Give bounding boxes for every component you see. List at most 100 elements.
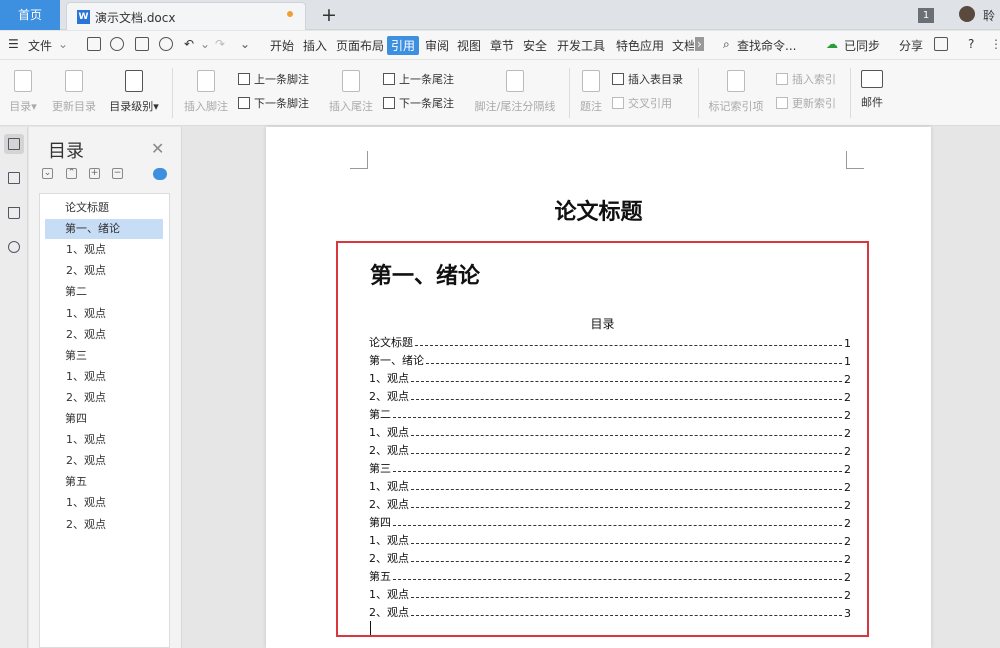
nav-item[interactable]: 1、观点	[45, 367, 163, 387]
nav-item[interactable]: 第一、绪论	[45, 219, 163, 240]
insert-endnote-button[interactable]: 插入尾注	[325, 70, 377, 114]
menu-chapter[interactable]: 章节	[490, 37, 514, 54]
prev-endnote-button[interactable]: 上一条尾注	[383, 71, 454, 87]
help-button[interactable]: ?	[968, 37, 974, 51]
nav-item[interactable]: 1、观点	[45, 493, 163, 513]
insert-index-button[interactable]: 插入索引	[776, 71, 836, 87]
avatar[interactable]	[959, 6, 975, 22]
nav-item[interactable]: 1、观点	[45, 304, 163, 324]
window-count-badge[interactable]: 1	[918, 8, 934, 23]
toc-entry[interactable]: 论文标题 1	[369, 333, 851, 350]
document-page[interactable]: 论文标题 第一、绪论 目录 论文标题 1 第一、绪论 1 1、观点 2 2、观点 2 第二 2 1、…	[266, 127, 931, 648]
heading-1[interactable]: 第一、绪论	[370, 258, 480, 290]
sync-status[interactable]: 已同步	[844, 37, 880, 54]
footnote-separator-button[interactable]: 脚注/尾注分隔线	[470, 70, 560, 114]
nav-item[interactable]: 论文标题	[45, 198, 163, 218]
close-icon[interactable]: ✕	[151, 139, 164, 158]
menu-page-layout[interactable]: 页面布局	[336, 37, 384, 54]
nav-item[interactable]: 第三	[45, 346, 163, 366]
comment-icon[interactable]	[934, 37, 948, 51]
more-icon[interactable]: ⋮	[990, 37, 1000, 51]
save-icon[interactable]	[87, 37, 101, 51]
nav-item[interactable]: 2、观点	[45, 388, 163, 408]
toc-entry[interactable]: 2、观点 2	[369, 495, 851, 512]
menu-document[interactable]: 文档	[672, 37, 694, 54]
toc-entry[interactable]: 第二 2	[369, 405, 851, 422]
insert-table-of-figures-button[interactable]: 插入表目录	[612, 71, 683, 87]
collapse-all-icon[interactable]: ⌄	[42, 168, 53, 179]
update-index-button[interactable]: 更新索引	[776, 95, 836, 111]
next-endnote-button[interactable]: 下一条尾注	[383, 95, 454, 111]
sync-cloud-icon[interactable]	[153, 168, 167, 180]
preview-icon[interactable]	[159, 37, 173, 51]
toc-entry[interactable]: 第三 2	[369, 459, 851, 476]
nav-item[interactable]: 2、观点	[45, 451, 163, 471]
nav-item[interactable]: 第五	[45, 472, 163, 492]
expand-plus-icon[interactable]: +	[89, 168, 100, 179]
undo-dropdown-icon[interactable]: ⌄	[200, 37, 210, 51]
tab-home[interactable]: 首页	[0, 0, 60, 30]
toc-entry[interactable]: 2、观点 2	[369, 387, 851, 404]
toc-entry[interactable]: 第五 2	[369, 567, 851, 584]
toc-entry[interactable]: 2、观点 3	[369, 603, 851, 620]
toc-entry[interactable]: 第四 2	[369, 513, 851, 530]
toc-entry[interactable]: 1、观点 2	[369, 423, 851, 440]
redo-icon[interactable]: ↷	[215, 37, 225, 51]
paper-title[interactable]: 论文标题	[266, 194, 931, 226]
collapse-minus-icon[interactable]: −	[112, 168, 123, 179]
menu-developer[interactable]: 开发工具	[557, 37, 605, 54]
print-icon[interactable]	[135, 37, 149, 51]
caption-button[interactable]: 题注	[576, 70, 606, 114]
new-tab-button[interactable]: +	[318, 4, 340, 26]
nav-item[interactable]: 第四	[45, 409, 163, 429]
menu-insert[interactable]: 插入	[303, 37, 327, 54]
search-command[interactable]: 查找命令...	[737, 37, 796, 54]
nav-item[interactable]: 1、观点	[45, 240, 163, 260]
bookmark-panel-toggle[interactable]	[4, 203, 24, 223]
nav-item[interactable]: 2、观点	[45, 325, 163, 345]
format-painter-icon[interactable]	[110, 37, 124, 51]
share-button[interactable]: 分享	[899, 37, 923, 54]
menu-reference[interactable]: 引用	[387, 36, 420, 55]
mark-index-button[interactable]: 标记索引项	[704, 70, 768, 114]
nav-item[interactable]: 2、观点	[45, 261, 163, 281]
menu-view[interactable]: 视图	[457, 37, 481, 54]
prev-footnote-button[interactable]: 上一条脚注	[238, 71, 309, 87]
toc-entry[interactable]: 1、观点 2	[369, 477, 851, 494]
toc-level-button[interactable]: 目录级别▾	[105, 70, 163, 114]
toc-entry[interactable]: 第一、绪论 1	[369, 351, 851, 368]
cross-reference-button[interactable]: 交叉引用	[612, 95, 672, 111]
toc-button[interactable]: 目录▾	[6, 70, 40, 114]
chapter-panel-toggle[interactable]	[4, 168, 24, 188]
tab-document[interactable]: W 演示文档.docx	[66, 2, 306, 30]
nav-item[interactable]: 第二	[45, 282, 163, 302]
menu-start[interactable]: 开始	[270, 37, 294, 54]
undo-icon[interactable]: ↶	[184, 37, 194, 51]
menu-special[interactable]: 特色应用	[616, 37, 664, 54]
toc-panel-toggle[interactable]	[4, 134, 24, 154]
chevron-down-icon[interactable]: ⌄	[58, 37, 68, 51]
insert-footnote-button[interactable]: 插入脚注	[180, 70, 232, 114]
user-name[interactable]: 聆	[983, 7, 995, 24]
toc-title[interactable]: 目录	[338, 315, 867, 332]
toc-entry[interactable]: 1、观点 2	[369, 531, 851, 548]
toc-page-number: 2	[844, 499, 851, 512]
update-toc-button[interactable]: 更新目录	[48, 70, 100, 114]
toc-entry[interactable]: 2、观点 2	[369, 441, 851, 458]
nav-item[interactable]: 1、观点	[45, 430, 163, 450]
hamburger-icon[interactable]: ☰	[8, 37, 19, 51]
menu-security[interactable]: 安全	[523, 37, 547, 54]
menu-review[interactable]: 审阅	[425, 37, 449, 54]
find-panel-toggle[interactable]	[4, 237, 24, 257]
file-menu[interactable]: 文件	[28, 37, 52, 54]
toc-entry[interactable]: 1、观点 2	[369, 585, 851, 602]
toc-entry[interactable]: 1、观点 2	[369, 369, 851, 386]
search-icon[interactable]: ⌕	[723, 37, 730, 52]
toc-entry[interactable]: 2、观点 2	[369, 549, 851, 566]
nav-item[interactable]: 2、观点	[45, 515, 163, 535]
expand-up-icon[interactable]: ⌃	[66, 168, 77, 179]
next-footnote-button[interactable]: 下一条脚注	[238, 95, 309, 111]
mail-button[interactable]: 邮件	[856, 70, 888, 110]
menu-more-icon[interactable]: ›	[695, 37, 704, 51]
quick-access-more-icon[interactable]: ⌄	[240, 37, 250, 51]
